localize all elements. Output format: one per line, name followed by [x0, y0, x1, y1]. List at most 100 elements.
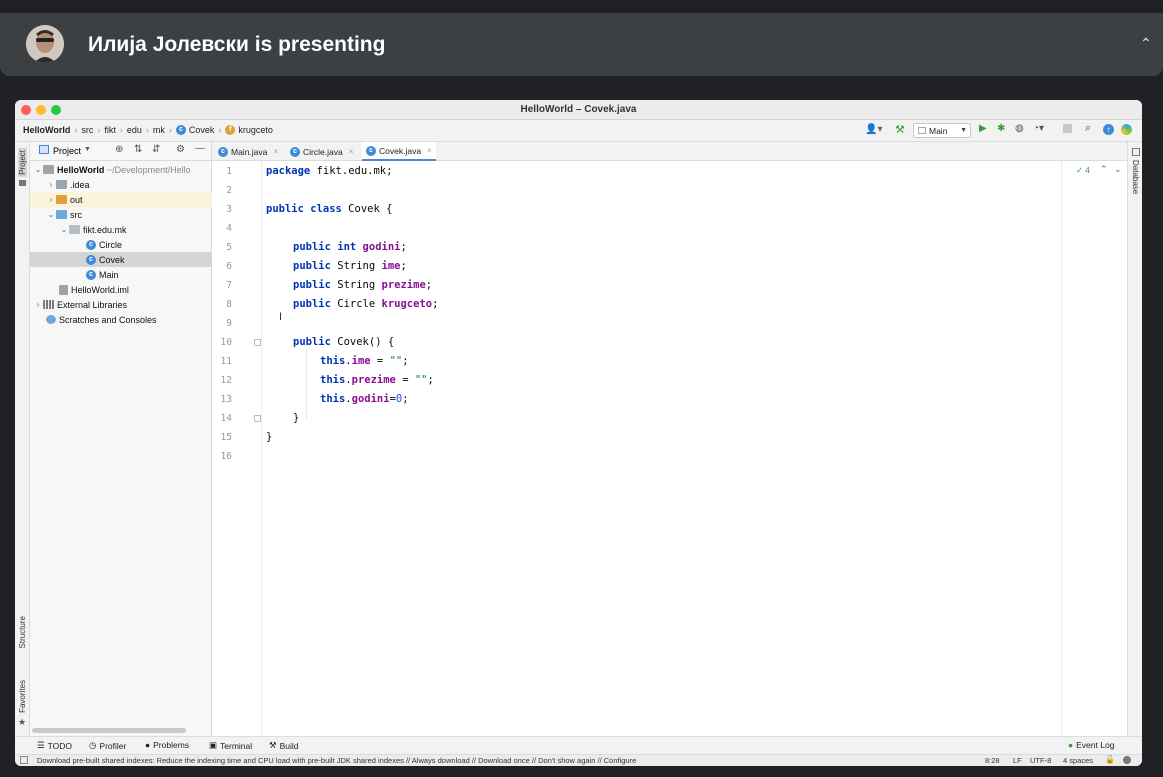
- lock-icon[interactable]: 🔓: [1105, 755, 1115, 764]
- tree-item-scratches[interactable]: Scratches and Consoles: [30, 312, 212, 327]
- tree-item-main[interactable]: c Main: [30, 267, 212, 282]
- tree-item-idea[interactable]: › .idea: [30, 177, 212, 192]
- user-icon[interactable]: 👤▾: [865, 124, 882, 135]
- tab-main-java[interactable]: c Main.java ×: [218, 142, 278, 161]
- project-panel-header: Project ▼ ⊕ ⇅ ⇵ ⚙ —: [30, 142, 212, 161]
- presenter-label: Илија Јолевски is presenting: [88, 33, 386, 56]
- chevron-right-icon: ›: [49, 195, 53, 204]
- chevron-down-icon: ⌄: [34, 165, 42, 174]
- breadcrumb-mk[interactable]: mk: [153, 125, 165, 135]
- profile-icon[interactable]: ◔▾: [1033, 123, 1044, 134]
- structure-tool-button[interactable]: Structure: [18, 616, 27, 648]
- tree-item-external-libraries[interactable]: › External Libraries: [30, 297, 212, 312]
- star-icon: ★: [18, 717, 27, 727]
- breadcrumb-src[interactable]: src: [81, 125, 93, 135]
- expand-all-icon[interactable]: ⇅: [134, 144, 142, 155]
- next-highlight-icon[interactable]: ⌄: [1114, 164, 1122, 175]
- event-log-tool-button[interactable]: ● Event Log: [1068, 740, 1114, 750]
- line-gutter: 1 2 3 4 5 6 7 8 9 10 11 12 13 14 15 16: [212, 161, 262, 736]
- terminal-tool-button[interactable]: ▣ Terminal: [209, 740, 252, 751]
- database-icon: [1132, 148, 1140, 156]
- breadcrumb-fikt[interactable]: fikt: [104, 125, 116, 135]
- tree-item-label: External Libraries: [57, 299, 128, 310]
- close-icon[interactable]: ×: [427, 146, 432, 155]
- gear-icon[interactable]: ⚙: [176, 144, 185, 155]
- coverage-icon[interactable]: ◍: [1015, 123, 1024, 134]
- project-view-select[interactable]: Project ▼: [53, 146, 91, 156]
- locate-icon[interactable]: ⊕: [115, 144, 123, 155]
- line-separator[interactable]: LF: [1013, 756, 1022, 765]
- terminal-icon: ▣: [209, 740, 218, 750]
- line-number: 16: [220, 451, 232, 462]
- project-view-icon: [39, 145, 49, 154]
- breadcrumb-edu[interactable]: edu: [127, 125, 142, 135]
- breadcrumb-krugceto[interactable]: f krugceto: [225, 125, 273, 135]
- debug-icon[interactable]: ✱: [997, 123, 1005, 134]
- code-line-7: public String prezime;: [293, 279, 433, 291]
- line-number: 6: [226, 261, 232, 272]
- profiler-icon: ◷: [89, 740, 97, 750]
- status-message[interactable]: Download pre-built shared indexes: Reduc…: [37, 756, 636, 765]
- tree-item-out[interactable]: › out: [30, 192, 212, 207]
- status-bar: Download pre-built shared indexes: Reduc…: [15, 754, 1142, 766]
- class-icon: c: [366, 145, 376, 156]
- check-icon: ✓: [1076, 165, 1084, 175]
- tree-item-package[interactable]: ⌄ fikt.edu.mk: [30, 222, 212, 237]
- tree-item-src[interactable]: ⌄ src: [30, 207, 212, 222]
- tree-item-iml[interactable]: HelloWorld.iml: [30, 282, 212, 297]
- run-icon[interactable]: ▶: [979, 123, 987, 134]
- hide-panel-icon[interactable]: —: [195, 143, 205, 154]
- todo-tool-button[interactable]: ☰ TODO: [37, 740, 72, 751]
- indent-setting[interactable]: 4 spaces: [1063, 756, 1093, 765]
- fold-marker-icon[interactable]: [254, 415, 261, 422]
- problems-tool-button[interactable]: ● Problems: [145, 740, 189, 750]
- breadcrumb-covek[interactable]: c Covek: [175, 125, 214, 135]
- favorites-tool-button[interactable]: Favorites: [18, 680, 27, 713]
- memory-indicator-icon[interactable]: [1123, 756, 1131, 764]
- close-icon[interactable]: ×: [273, 147, 278, 156]
- close-icon[interactable]: ×: [349, 147, 354, 156]
- search-icon[interactable]: ⌕: [1085, 122, 1091, 135]
- line-number: 1: [226, 166, 232, 177]
- tab-circle-java[interactable]: c Circle.java ×: [290, 142, 353, 161]
- folder-icon: [43, 165, 54, 174]
- project-panel: Project ▼ ⊕ ⇅ ⇵ ⚙ — ⌄ HelloWorld ~/Develo…: [30, 142, 212, 736]
- window-toggle-icon[interactable]: [20, 756, 28, 764]
- tab-covek-java[interactable]: c Covek.java ×: [362, 142, 436, 161]
- chevron-down-icon: ▼: [960, 127, 967, 134]
- editor-tabs: c Main.java × c Circle.java × c Covek.java ×: [212, 142, 1127, 161]
- project-tool-button[interactable]: Project: [18, 148, 27, 177]
- tree-item-helloworld[interactable]: ⌄ HelloWorld ~/Development/Hello: [30, 162, 212, 177]
- stop-icon[interactable]: [1063, 124, 1072, 133]
- inspections-widget[interactable]: ✓ 4: [1076, 165, 1090, 176]
- profiler-tool-button[interactable]: ◷ Profiler: [89, 740, 126, 751]
- build-tool-button[interactable]: ⚒ Build: [269, 740, 299, 751]
- build-hammer-icon[interactable]: ⚒: [895, 123, 905, 136]
- avatar: [26, 25, 64, 63]
- event-log-icon: ●: [1068, 740, 1074, 750]
- update-icon[interactable]: ↑: [1103, 124, 1114, 135]
- breadcrumb-project[interactable]: HelloWorld: [23, 125, 70, 135]
- tree-item-covek[interactable]: c Covek: [30, 252, 212, 267]
- collapse-icon[interactable]: ⌃: [1140, 35, 1152, 52]
- horizontal-scrollbar[interactable]: [32, 728, 186, 733]
- code-line-8: public Circle krugceto;: [293, 298, 439, 310]
- run-config-select[interactable]: Main ▼: [913, 123, 971, 138]
- fold-marker-icon[interactable]: [254, 339, 261, 346]
- previous-highlight-icon[interactable]: ⌃: [1100, 164, 1108, 175]
- left-tool-stripe: Project Structure Favorites ★: [15, 142, 30, 736]
- code-line-5: public int godini;: [293, 241, 407, 253]
- jetbrains-logo-icon[interactable]: [1121, 124, 1132, 135]
- caret-position[interactable]: 8:28: [985, 756, 1000, 765]
- collapse-all-icon[interactable]: ⇵: [152, 144, 160, 155]
- bottom-tool-bar: ☰ TODO ◷ Profiler ● Problems ▣ Terminal ⚒ Bui…: [15, 736, 1142, 754]
- tree-item-label: fikt.edu.mk: [83, 224, 127, 235]
- file-encoding[interactable]: UTF-8: [1030, 756, 1051, 765]
- folder-icon: [56, 180, 67, 189]
- line-number: 15: [220, 432, 232, 443]
- tree-item-label: HelloWorld: [57, 164, 105, 175]
- tree-item-circle[interactable]: c Circle: [30, 237, 212, 252]
- database-tool-button[interactable]: Database: [1131, 160, 1140, 194]
- code-editor[interactable]: package fikt.edu.mk; public class Covek …: [262, 161, 1127, 736]
- line-number: 8: [226, 299, 232, 310]
